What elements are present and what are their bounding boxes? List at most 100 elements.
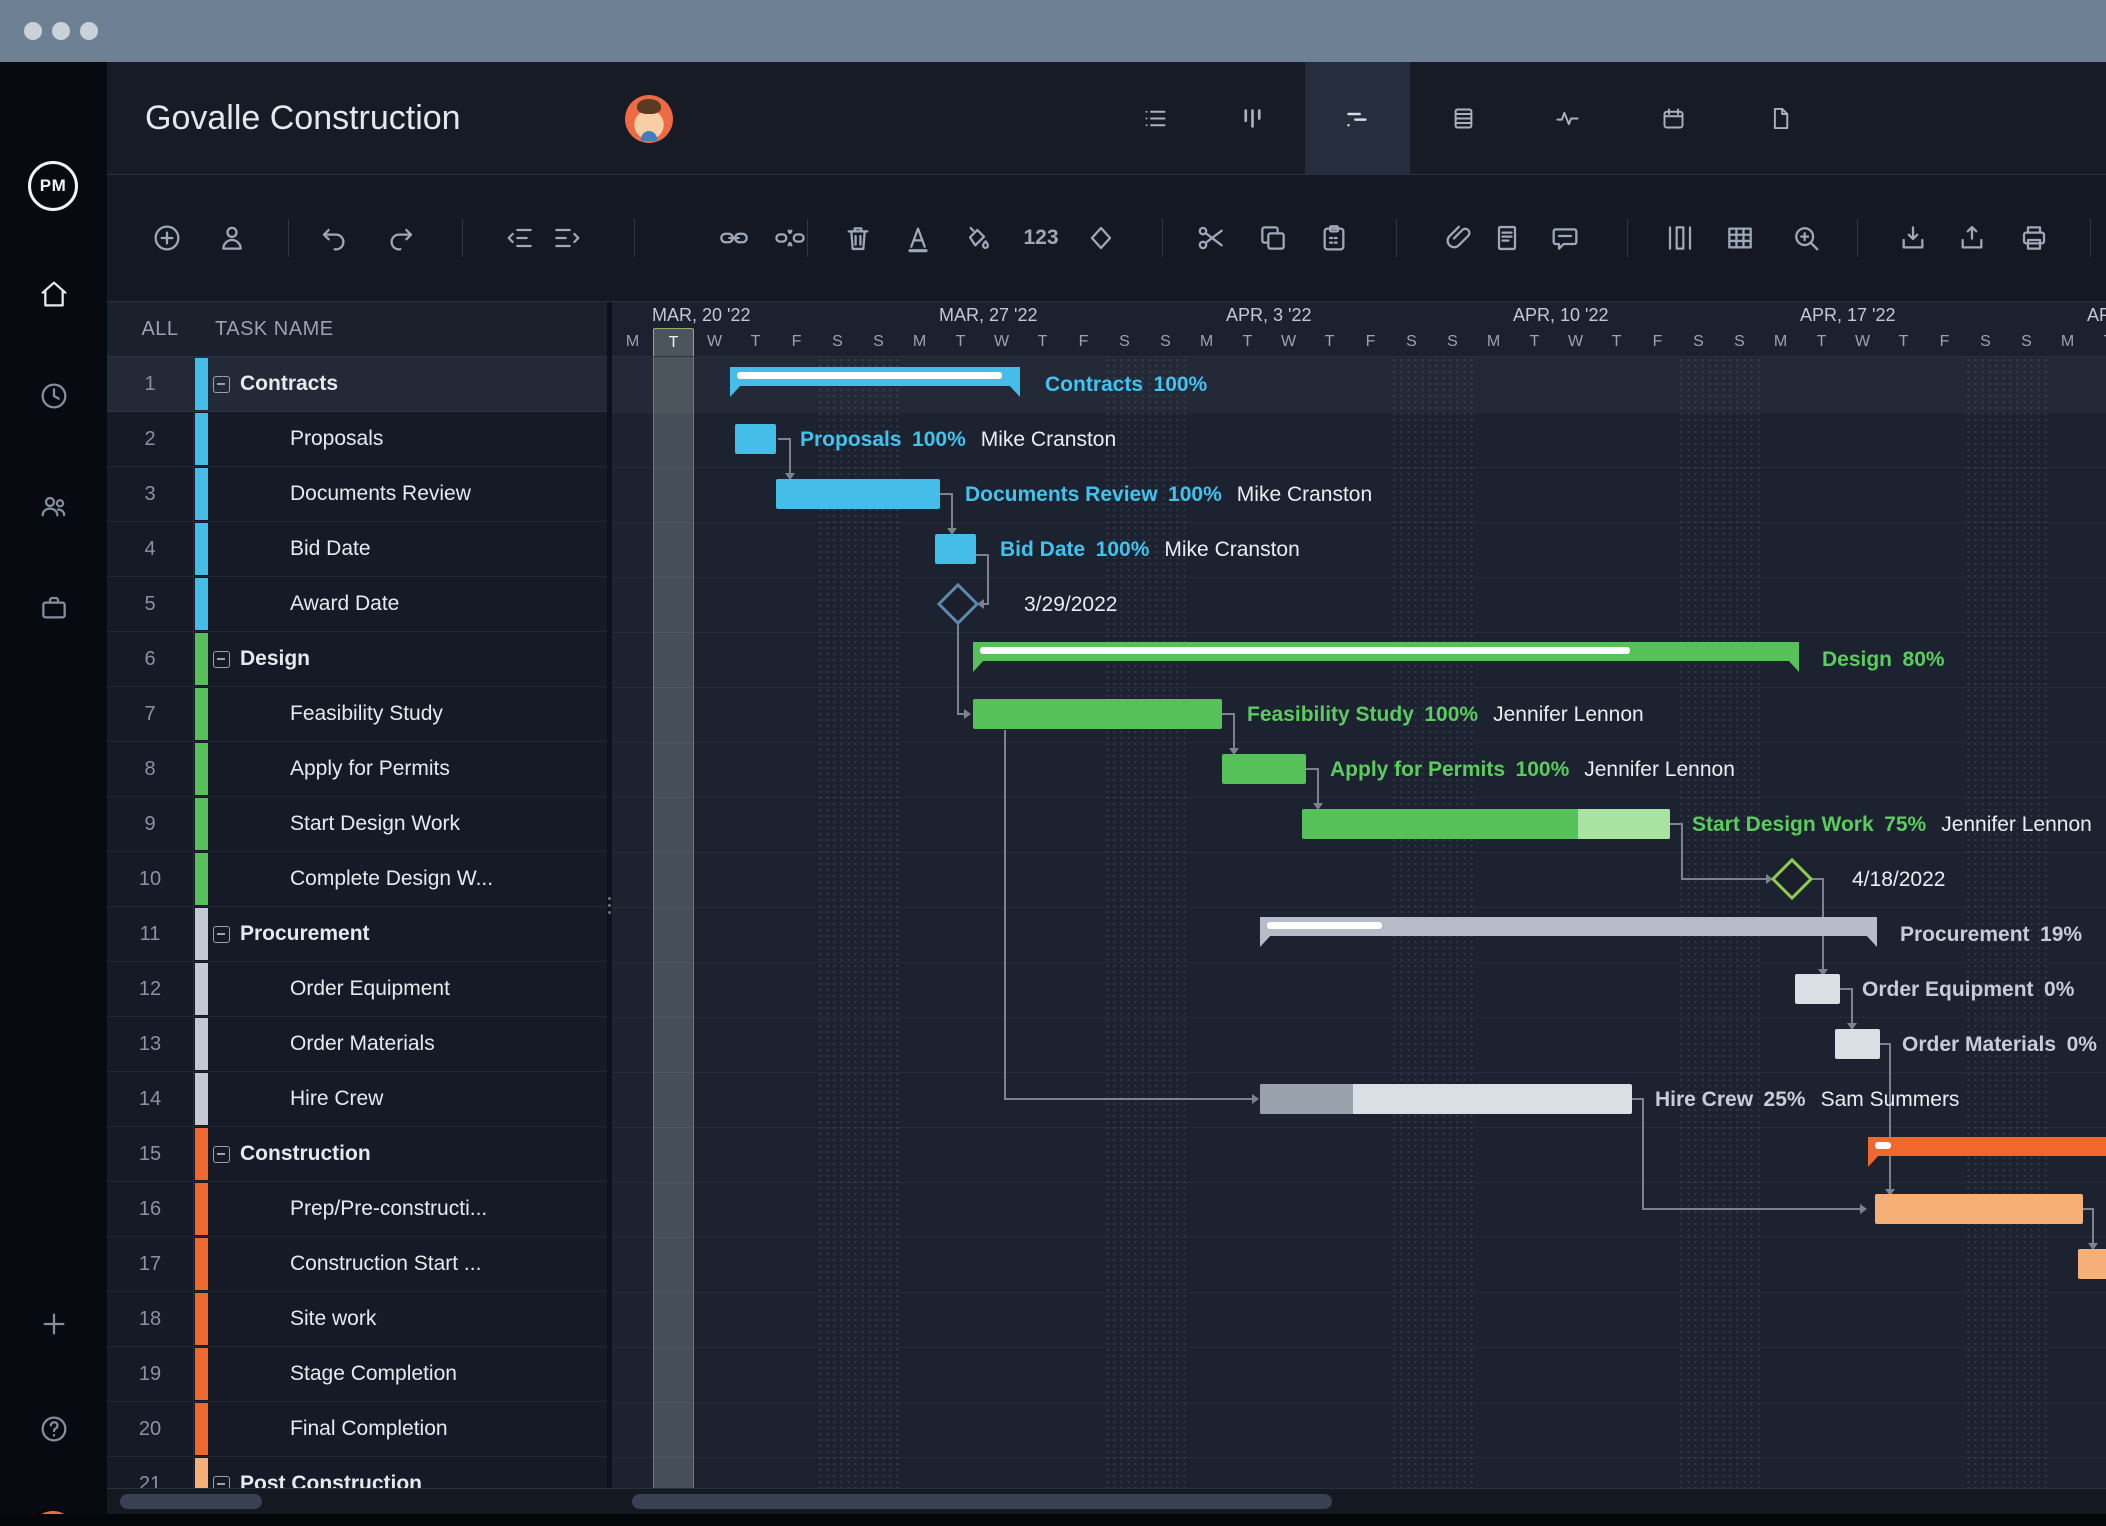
table-row[interactable]: 9 Start Design Work <box>107 797 612 852</box>
gantt-task-bar[interactable] <box>2078 1249 2106 1279</box>
timeline-day-cell[interactable]: S <box>1391 328 1432 356</box>
timeline-day-cell[interactable]: T <box>1227 328 1268 356</box>
gantt-task-bar[interactable] <box>1875 1194 2083 1224</box>
timeline-day-cell[interactable]: F <box>1637 328 1678 356</box>
task-name[interactable]: Contracts <box>240 357 338 411</box>
table-row[interactable]: 5 Award Date <box>107 577 612 632</box>
table-row[interactable]: 11 Procurement <box>107 907 612 962</box>
cut-icon[interactable] <box>1195 222 1227 254</box>
sheet-view-icon[interactable] <box>1450 105 1477 132</box>
timeline-day-cell[interactable]: S <box>858 328 899 356</box>
timeline-day-cell[interactable]: W <box>1842 328 1883 356</box>
table-horizontal-scrollbar[interactable] <box>120 1494 262 1509</box>
delete-icon[interactable] <box>842 222 874 254</box>
task-name[interactable]: Complete Design W... <box>290 852 493 906</box>
collapse-icon[interactable] <box>213 1146 230 1163</box>
gantt-task-bar[interactable] <box>776 479 940 509</box>
table-row[interactable]: 20 Final Completion <box>107 1402 612 1457</box>
task-name[interactable]: Feasibility Study <box>290 687 443 741</box>
link-tasks-icon[interactable] <box>718 222 750 254</box>
timeline-day-cell[interactable]: S <box>1145 328 1186 356</box>
recent-icon[interactable] <box>38 380 70 412</box>
task-name[interactable]: Apply for Permits <box>290 742 450 796</box>
collapse-icon[interactable] <box>213 926 230 943</box>
assign-user-icon[interactable] <box>216 222 248 254</box>
paste-icon[interactable] <box>1318 222 1350 254</box>
table-row[interactable]: 16 Prep/Pre-constructi... <box>107 1182 612 1237</box>
task-name[interactable]: Hire Crew <box>290 1072 383 1126</box>
task-name[interactable]: Post Construction <box>240 1457 422 1488</box>
task-name[interactable]: Final Completion <box>290 1402 448 1456</box>
gantt-task-bar[interactable] <box>1260 1084 1632 1114</box>
divider-handle[interactable] <box>608 911 611 914</box>
attach-file-icon[interactable] <box>1443 222 1475 254</box>
collapse-icon[interactable] <box>213 376 230 393</box>
task-name[interactable]: Proposals <box>290 412 383 466</box>
table-row[interactable]: 6 Design <box>107 632 612 687</box>
collapse-icon[interactable] <box>213 1476 230 1488</box>
divider-handle[interactable] <box>608 904 611 907</box>
home-icon[interactable] <box>38 278 70 310</box>
task-name[interactable]: Documents Review <box>290 467 471 521</box>
add-task-icon[interactable] <box>151 222 183 254</box>
table-row[interactable]: 7 Feasibility Study <box>107 687 612 742</box>
timeline-day-cell[interactable]: M <box>1186 328 1227 356</box>
notes-icon[interactable] <box>1491 222 1523 254</box>
timeline-day-cell[interactable]: M <box>1473 328 1514 356</box>
gantt-summary-bar[interactable] <box>1260 917 1877 936</box>
import-icon[interactable] <box>1897 222 1929 254</box>
task-name[interactable]: Procurement <box>240 907 370 961</box>
window-control-dot[interactable] <box>80 22 98 40</box>
table-row[interactable]: 12 Order Equipment <box>107 962 612 1017</box>
timeline-day-cell[interactable]: T <box>940 328 981 356</box>
milestone-icon[interactable] <box>1085 222 1117 254</box>
collapse-icon[interactable] <box>213 651 230 668</box>
gantt-view-icon[interactable] <box>1344 105 1371 132</box>
timeline-day-cell[interactable]: M <box>612 328 653 356</box>
table-row[interactable]: 2 Proposals <box>107 412 612 467</box>
export-icon[interactable] <box>1956 222 1988 254</box>
timeline-day-cell[interactable]: T <box>2088 328 2106 356</box>
help-icon[interactable] <box>38 1413 70 1445</box>
kanban-view-icon[interactable] <box>1239 105 1266 132</box>
window-control-dot[interactable] <box>52 22 70 40</box>
table-row[interactable]: 10 Complete Design W... <box>107 852 612 907</box>
task-name[interactable]: Order Equipment <box>290 962 450 1016</box>
portfolio-icon[interactable] <box>38 592 70 624</box>
add-icon[interactable] <box>38 1308 70 1340</box>
number-format-icon[interactable]: 123 <box>1023 222 1058 254</box>
task-name[interactable]: Design <box>240 632 310 686</box>
timeline-day-cell[interactable]: S <box>1678 328 1719 356</box>
gantt-task-bar[interactable] <box>973 699 1222 729</box>
timeline-day-cell[interactable]: W <box>694 328 735 356</box>
gantt-task-bar[interactable] <box>1795 974 1840 1004</box>
timeline-day-cell[interactable]: S <box>817 328 858 356</box>
timeline-day-cell[interactable]: S <box>1719 328 1760 356</box>
project-owner-avatar[interactable] <box>625 95 673 143</box>
divider-handle[interactable] <box>608 897 611 900</box>
timeline-day-cell[interactable]: F <box>1063 328 1104 356</box>
table-row[interactable]: 13 Order Materials <box>107 1017 612 1072</box>
table-row[interactable]: 3 Documents Review <box>107 467 612 522</box>
timeline-day-cell[interactable]: F <box>776 328 817 356</box>
timeline-day-cell[interactable]: S <box>1104 328 1145 356</box>
table-row[interactable]: 1 Contracts <box>107 357 612 412</box>
timeline-day-cell[interactable]: T <box>1883 328 1924 356</box>
timeline-day-cell[interactable]: S <box>2006 328 2047 356</box>
fill-color-icon[interactable] <box>960 222 992 254</box>
timeline-day-cell[interactable]: W <box>1555 328 1596 356</box>
window-control-dot[interactable] <box>24 22 42 40</box>
outdent-icon[interactable] <box>504 222 536 254</box>
timeline-today-cell[interactable]: T <box>653 328 694 356</box>
timeline-day-cell[interactable]: W <box>981 328 1022 356</box>
timeline-day-cell[interactable]: T <box>1514 328 1555 356</box>
document-view-icon[interactable] <box>1767 105 1794 132</box>
table-row[interactable]: 8 Apply for Permits <box>107 742 612 797</box>
calendar-view-icon[interactable] <box>1660 105 1687 132</box>
comment-icon[interactable] <box>1549 222 1581 254</box>
resize-columns-icon[interactable] <box>1664 222 1696 254</box>
undo-icon[interactable] <box>318 222 350 254</box>
timeline-day-cell[interactable]: W <box>1268 328 1309 356</box>
gantt-task-bar[interactable] <box>935 534 976 564</box>
activity-view-icon[interactable] <box>1554 105 1581 132</box>
